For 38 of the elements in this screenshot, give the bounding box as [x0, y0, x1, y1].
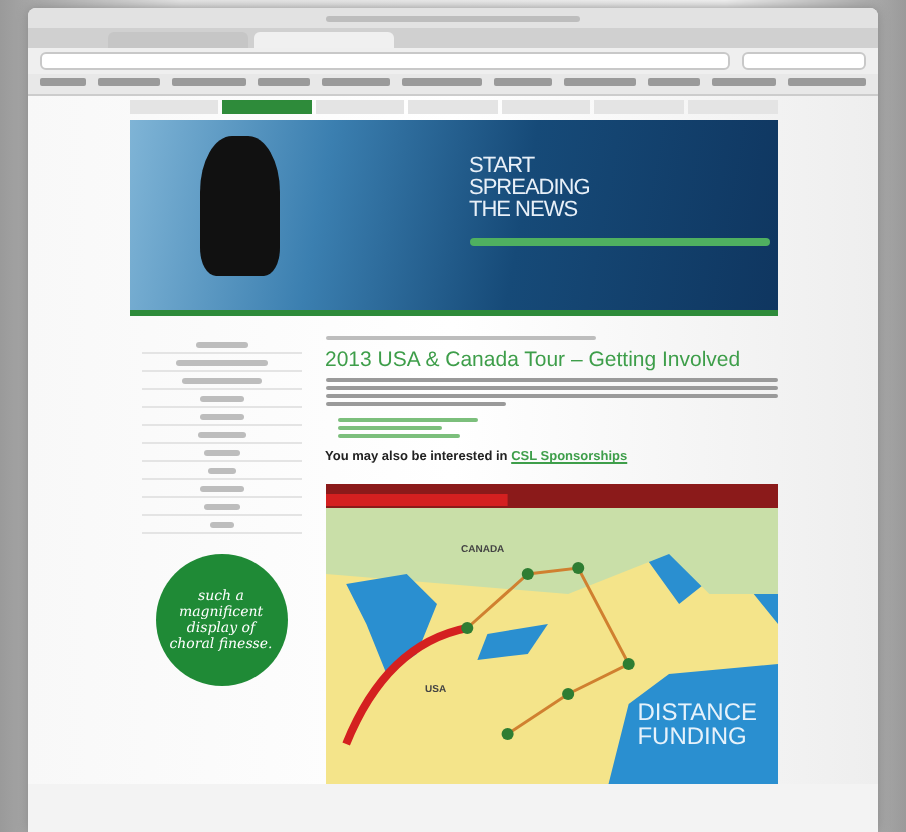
sidebar-item[interactable] [141, 408, 301, 426]
sidebar-item[interactable] [141, 480, 301, 498]
bookmark-item[interactable] [257, 78, 311, 86]
nav-tab[interactable] [315, 100, 405, 114]
sidebar-item[interactable] [141, 354, 301, 372]
bookmark-item[interactable] [401, 78, 482, 86]
browser-tab[interactable] [254, 32, 394, 48]
nav-tab[interactable] [222, 100, 312, 114]
nav-tab[interactable] [129, 100, 219, 114]
sidebar-item[interactable] [141, 462, 301, 480]
nav-tab[interactable] [501, 100, 591, 114]
bookmark-item[interactable] [171, 78, 246, 86]
bookmark-item[interactable] [98, 78, 160, 86]
banner-headline: START SPREADING THE NEWS [469, 156, 592, 222]
sidebar-item[interactable] [141, 390, 301, 408]
bookmark-item[interactable] [493, 78, 553, 86]
jumping-person-silhouette [199, 136, 279, 276]
search-field[interactable] [742, 52, 866, 70]
sidebar-item[interactable] [141, 516, 301, 534]
sidebar-item[interactable] [141, 426, 301, 444]
sidebar-item[interactable] [141, 444, 301, 462]
bullet-link[interactable] [337, 418, 478, 422]
bookmark-item[interactable] [564, 78, 637, 86]
sidebar-item[interactable] [141, 372, 301, 390]
article-title: 2013 USA & Canada Tour – Getting Involved [325, 348, 743, 372]
address-field[interactable] [40, 52, 730, 70]
bookmark-item[interactable] [322, 78, 390, 86]
bookmark-item[interactable] [787, 78, 866, 86]
browser-tab[interactable] [108, 32, 248, 48]
map-caption: DISTANCE FUNDING [637, 700, 757, 748]
sidebar-item[interactable] [141, 336, 301, 354]
bullet-link[interactable] [337, 434, 461, 438]
bullet-link[interactable] [337, 426, 443, 430]
bookmark-item[interactable] [648, 78, 700, 86]
bookmark-item[interactable] [711, 78, 776, 86]
sidebar-item[interactable] [141, 498, 301, 516]
bookmark-item[interactable] [40, 78, 87, 86]
nav-tab[interactable] [408, 100, 498, 114]
